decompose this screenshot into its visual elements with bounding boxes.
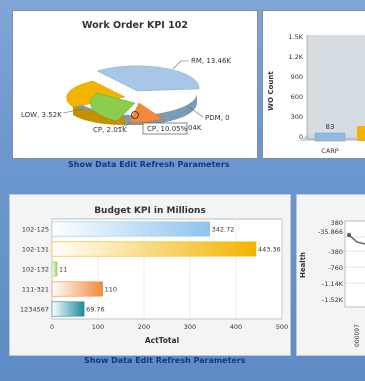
y-tick: -1.52K [322, 296, 344, 304]
kpi-pie-panel: Work Order KPI 102 RM, 13.46K LOW, 3.52K… [0, 0, 258, 175]
health-svg: Health 380 -35.866 -380 -760 -1.14K -1.5… [299, 219, 365, 347]
refresh-link[interactable]: Refresh [156, 356, 191, 365]
budget-category-label: 102-125 [22, 226, 49, 234]
budget-bar-1234567[interactable] [51, 301, 85, 317]
pie-label-cp: CP, 2.01K [93, 126, 127, 134]
kpi-pie-svg: Work Order KPI 102 RM, 13.46K LOW, 3.52K… [21, 20, 231, 135]
y-tick: 1.5K [288, 33, 303, 41]
bar-ti[interactable] [357, 126, 365, 141]
budget-category-label: 102-132 [22, 266, 49, 274]
y-tick: -760 [328, 264, 343, 272]
health-x-tick: 000097 [354, 324, 361, 347]
pie-slice-rm[interactable] [96, 65, 200, 92]
budget-x-tick: 400 [230, 323, 242, 331]
budget-bar-102-131[interactable] [51, 241, 257, 257]
wo-count-ylabel: WO Count [267, 71, 275, 111]
budget-bar-102-125[interactable] [51, 221, 210, 237]
refresh-link[interactable]: Refresh [140, 160, 175, 169]
budget-x-tick: 200 [138, 323, 150, 331]
y-tick: 600 [291, 93, 303, 101]
health-point[interactable] [347, 233, 351, 237]
y-tick: 300 [291, 113, 303, 121]
budget-x-tick: 300 [184, 323, 196, 331]
budget-bar-111-321[interactable] [51, 281, 103, 297]
budget-svg: Budget KPI in Millions 102-125 342.72 102-… [20, 206, 288, 345]
budget-x-tick: 0 [50, 323, 54, 331]
pie-label-low: LOW, 3.52K [21, 111, 62, 119]
kpi-pie-links: Show Data Edit Refresh Parameters [68, 160, 230, 169]
budget-value-label: 11 [59, 266, 67, 274]
health-ylabel: Health [299, 252, 307, 278]
budget-category-label: 102-131 [22, 246, 49, 254]
pie-label-pdm: PDM, 0 [205, 114, 230, 122]
wo-count-svg: WO Count 1.5K 1.2K 900 600 300 0 83 CARP… [267, 33, 365, 155]
parameters-link[interactable]: Parameters [177, 160, 229, 169]
y-tick: 1.2K [288, 53, 303, 61]
show-data-link[interactable]: Show Data [84, 356, 132, 365]
budget-value-label: 69.76 [86, 306, 105, 314]
kpi-pie-title: Work Order KPI 102 [82, 20, 188, 31]
pie-label-partial: 04K [188, 124, 202, 132]
kpi-pie-chart: Work Order KPI 102 RM, 13.46K LOW, 3.52K… [12, 10, 258, 159]
health-panel: Health 380 -35.866 -380 -760 -1.14K -1.5… [296, 194, 365, 356]
budget-x-tick: 100 [92, 323, 104, 331]
y-tick: -1.14K [322, 280, 344, 288]
bar-carp-label: 83 [326, 123, 335, 131]
budget-value-label: 443.36 [258, 246, 281, 254]
bar-carp[interactable] [314, 132, 346, 142]
y-tick: -35.866 [318, 228, 343, 236]
budget-value-label: 110 [105, 286, 117, 294]
pie-label-rm: RM, 13.46K [191, 57, 231, 65]
x-tick-carp: CARP [321, 147, 339, 155]
wo-count-chart: WO Count 1.5K 1.2K 900 600 300 0 83 CARP… [262, 10, 365, 159]
plot-area [307, 35, 365, 139]
show-data-link[interactable]: Show Data [68, 160, 116, 169]
parameters-link[interactable]: Parameters [193, 356, 245, 365]
budget-x-tick: 500 [276, 323, 288, 331]
budget-links: Show Data Edit Refresh Parameters [84, 356, 246, 365]
y-tick: 380 [331, 219, 343, 227]
pie-tooltip-text: CP, 10.05% [147, 125, 188, 133]
y-tick: -380 [328, 248, 343, 256]
budget-value-label: 342.72 [212, 226, 235, 234]
budget-bar-102-132[interactable] [51, 261, 58, 277]
budget-category-label: 111-321 [22, 286, 49, 294]
budget-xlabel: ActTotal [145, 336, 179, 345]
budget-title: Budget KPI in Millions [94, 206, 206, 216]
edit-link[interactable]: Edit [135, 356, 153, 365]
y-tick: 900 [291, 73, 303, 81]
budget-category-label: 1234567 [20, 306, 49, 314]
edit-link[interactable]: Edit [119, 160, 137, 169]
pie-slice-pdm[interactable] [128, 102, 164, 124]
budget-panel: Budget KPI in Millions 102-125 342.72 102-… [9, 194, 291, 356]
